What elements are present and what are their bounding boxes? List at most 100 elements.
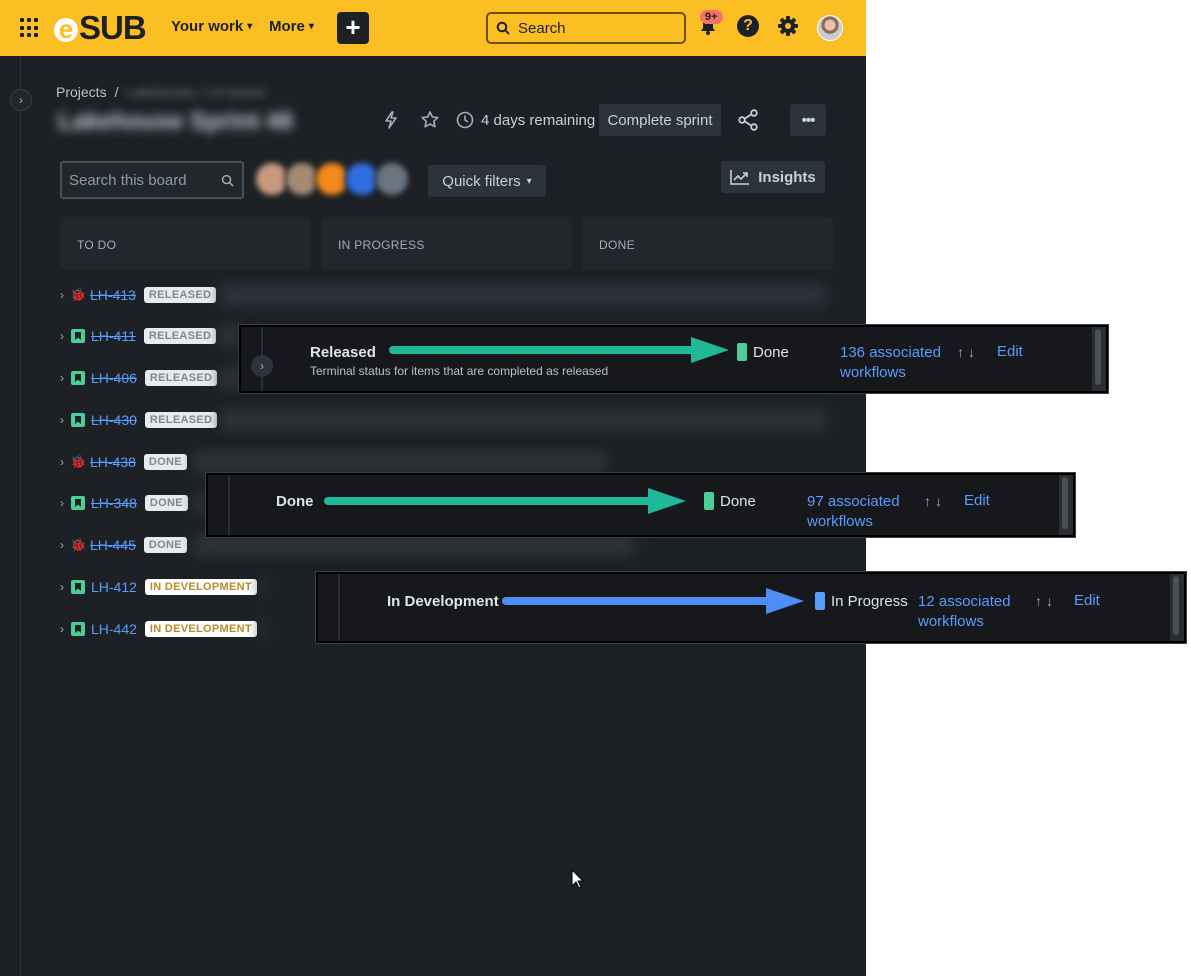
avatar[interactable] xyxy=(374,161,410,197)
issue-key[interactable]: LH-348 xyxy=(91,495,137,511)
callout-scrollbar[interactable] xyxy=(1059,475,1073,535)
status-name: In Development xyxy=(387,593,499,610)
blue-arrow-icon xyxy=(502,588,804,614)
issue-row[interactable]: › 🐞 LH-445 DONE xyxy=(60,533,187,557)
bug-icon: 🐞 xyxy=(70,454,87,469)
edit-status-link[interactable]: Edit xyxy=(1074,592,1100,609)
status-callout-in-development: In Development In Progress 12 associated… xyxy=(316,572,1186,643)
more-menu[interactable]: More ▾ xyxy=(269,18,314,35)
quick-filters-label: Quick filters xyxy=(442,172,521,190)
help-button[interactable]: ? xyxy=(736,14,760,38)
breadcrumb-projects-link[interactable]: Projects xyxy=(56,84,107,100)
expand-sidebar-button[interactable]: › xyxy=(10,89,32,111)
issue-key[interactable]: LH-438 xyxy=(90,454,136,470)
chevron-right-icon[interactable]: › xyxy=(60,288,68,302)
issue-key[interactable]: LH-430 xyxy=(91,412,137,428)
status-category-label: Done xyxy=(720,492,756,510)
green-arrow-icon xyxy=(324,488,686,514)
search-label: Search xyxy=(518,19,566,37)
chevron-right-icon[interactable]: › xyxy=(60,455,68,469)
workflows-count: 97 associated xyxy=(807,493,900,510)
issue-row[interactable]: › LH-412 IN DEVELOPMENT xyxy=(60,575,257,599)
associated-workflows-link[interactable]: 97 associated workflows xyxy=(807,492,900,532)
your-work-menu[interactable]: Your work ▾ xyxy=(171,18,252,35)
profile-avatar[interactable] xyxy=(817,15,843,41)
category-color-bar xyxy=(815,592,825,610)
callout-scrollbar[interactable] xyxy=(1092,327,1106,391)
issue-summary-redacted xyxy=(220,367,240,389)
issue-row[interactable]: › LH-406 RELEASED xyxy=(60,366,218,390)
category-color-bar xyxy=(737,343,747,361)
status-category-label: Done xyxy=(753,343,789,361)
clock-icon xyxy=(456,111,474,129)
breadcrumb-project-link[interactable]: Lakehouse / LH board xyxy=(126,84,264,100)
category-color-bar xyxy=(704,492,714,510)
callout-divider xyxy=(338,574,340,641)
esub-logo[interactable]: e SUB xyxy=(54,9,147,46)
insights-button[interactable]: Insights xyxy=(721,161,825,193)
issue-key[interactable]: LH-412 xyxy=(91,579,137,595)
lightning-icon[interactable] xyxy=(381,110,401,130)
issue-key[interactable]: LH-413 xyxy=(90,287,136,303)
chevron-right-icon[interactable]: › xyxy=(60,329,68,343)
logo-wordmark: SUB xyxy=(79,9,147,46)
issue-row[interactable]: › LH-348 DONE xyxy=(60,491,188,515)
callout-scrollbar[interactable] xyxy=(1170,574,1184,641)
quick-filters-button[interactable]: Quick filters ▾ xyxy=(428,165,546,197)
story-icon xyxy=(71,622,85,636)
edit-status-link[interactable]: Edit xyxy=(964,492,990,509)
top-navigation-bar: e SUB Your work ▾ More ▾ + Search 9+ ? xyxy=(0,0,866,56)
associated-workflows-link[interactable]: 136 associated workflows xyxy=(840,343,941,383)
edit-status-link[interactable]: Edit xyxy=(997,343,1023,360)
status-name: Done xyxy=(276,493,314,510)
issue-summary-redacted xyxy=(194,492,206,514)
search-icon xyxy=(221,174,234,187)
status-lozenge: DONE xyxy=(143,454,187,470)
status-callout-done: Done Done 97 associated workflows ↑↓ Edi… xyxy=(206,473,1075,537)
issue-key[interactable]: LH-442 xyxy=(91,621,137,637)
status-lozenge: DONE xyxy=(143,537,187,553)
associated-workflows-link[interactable]: 12 associated workflows xyxy=(918,592,1011,632)
your-work-label: Your work xyxy=(171,18,244,35)
issue-row[interactable]: › LH-442 IN DEVELOPMENT xyxy=(60,617,257,641)
workflows-count: 12 associated xyxy=(918,593,1011,610)
chevron-right-icon[interactable]: › xyxy=(60,538,68,552)
app-switcher-icon[interactable] xyxy=(20,18,40,38)
reorder-arrows-icon[interactable]: ↑↓ xyxy=(1035,593,1057,609)
settings-button[interactable] xyxy=(776,14,800,38)
issue-key[interactable]: LH-411 xyxy=(91,328,136,344)
workflows-word: workflows xyxy=(918,613,984,630)
story-icon xyxy=(71,371,85,385)
workflows-word: workflows xyxy=(840,364,906,381)
status-lozenge: IN DEVELOPMENT xyxy=(144,579,257,595)
status-callout-released: › Released Terminal status for items tha… xyxy=(239,325,1108,393)
more-actions-button[interactable]: ••• xyxy=(790,104,826,136)
issue-row[interactable]: › 🐞 LH-413 RELEASED xyxy=(60,283,217,307)
chevron-right-icon[interactable]: › xyxy=(60,580,68,594)
reorder-arrows-icon[interactable]: ↑↓ xyxy=(957,344,979,360)
search-icon xyxy=(496,21,510,35)
issue-key[interactable]: LH-445 xyxy=(90,537,136,553)
issue-key[interactable]: LH-406 xyxy=(91,370,137,386)
share-icon[interactable] xyxy=(737,109,759,131)
chevron-right-icon[interactable]: › xyxy=(60,371,68,385)
status-lozenge: RELEASED xyxy=(143,287,217,303)
status-category: In Progress xyxy=(815,592,908,610)
star-icon[interactable] xyxy=(420,110,440,130)
create-button[interactable]: + xyxy=(337,12,369,44)
issue-summary-redacted xyxy=(220,325,240,347)
complete-sprint-button[interactable]: Complete sprint xyxy=(599,104,721,136)
chevron-right-icon[interactable]: › xyxy=(60,496,68,510)
reorder-arrows-icon[interactable]: ↑↓ xyxy=(924,493,946,509)
status-lozenge: RELEASED xyxy=(144,412,218,428)
chevron-right-icon[interactable]: › xyxy=(60,413,68,427)
callout-expand-button[interactable]: › xyxy=(251,355,273,377)
issue-row[interactable]: › LH-430 RELEASED xyxy=(60,408,218,432)
chevron-right-icon[interactable]: › xyxy=(60,622,68,636)
issue-row[interactable]: › LH-411 RELEASED xyxy=(60,324,217,348)
board-title: Lakehouse Sprint 48 xyxy=(58,108,293,135)
global-search-input[interactable]: Search xyxy=(486,12,686,44)
board-search-input[interactable]: Search this board xyxy=(60,161,244,199)
issue-row[interactable]: › 🐞 LH-438 DONE xyxy=(60,450,187,474)
assignee-avatar-group[interactable] xyxy=(254,161,410,197)
